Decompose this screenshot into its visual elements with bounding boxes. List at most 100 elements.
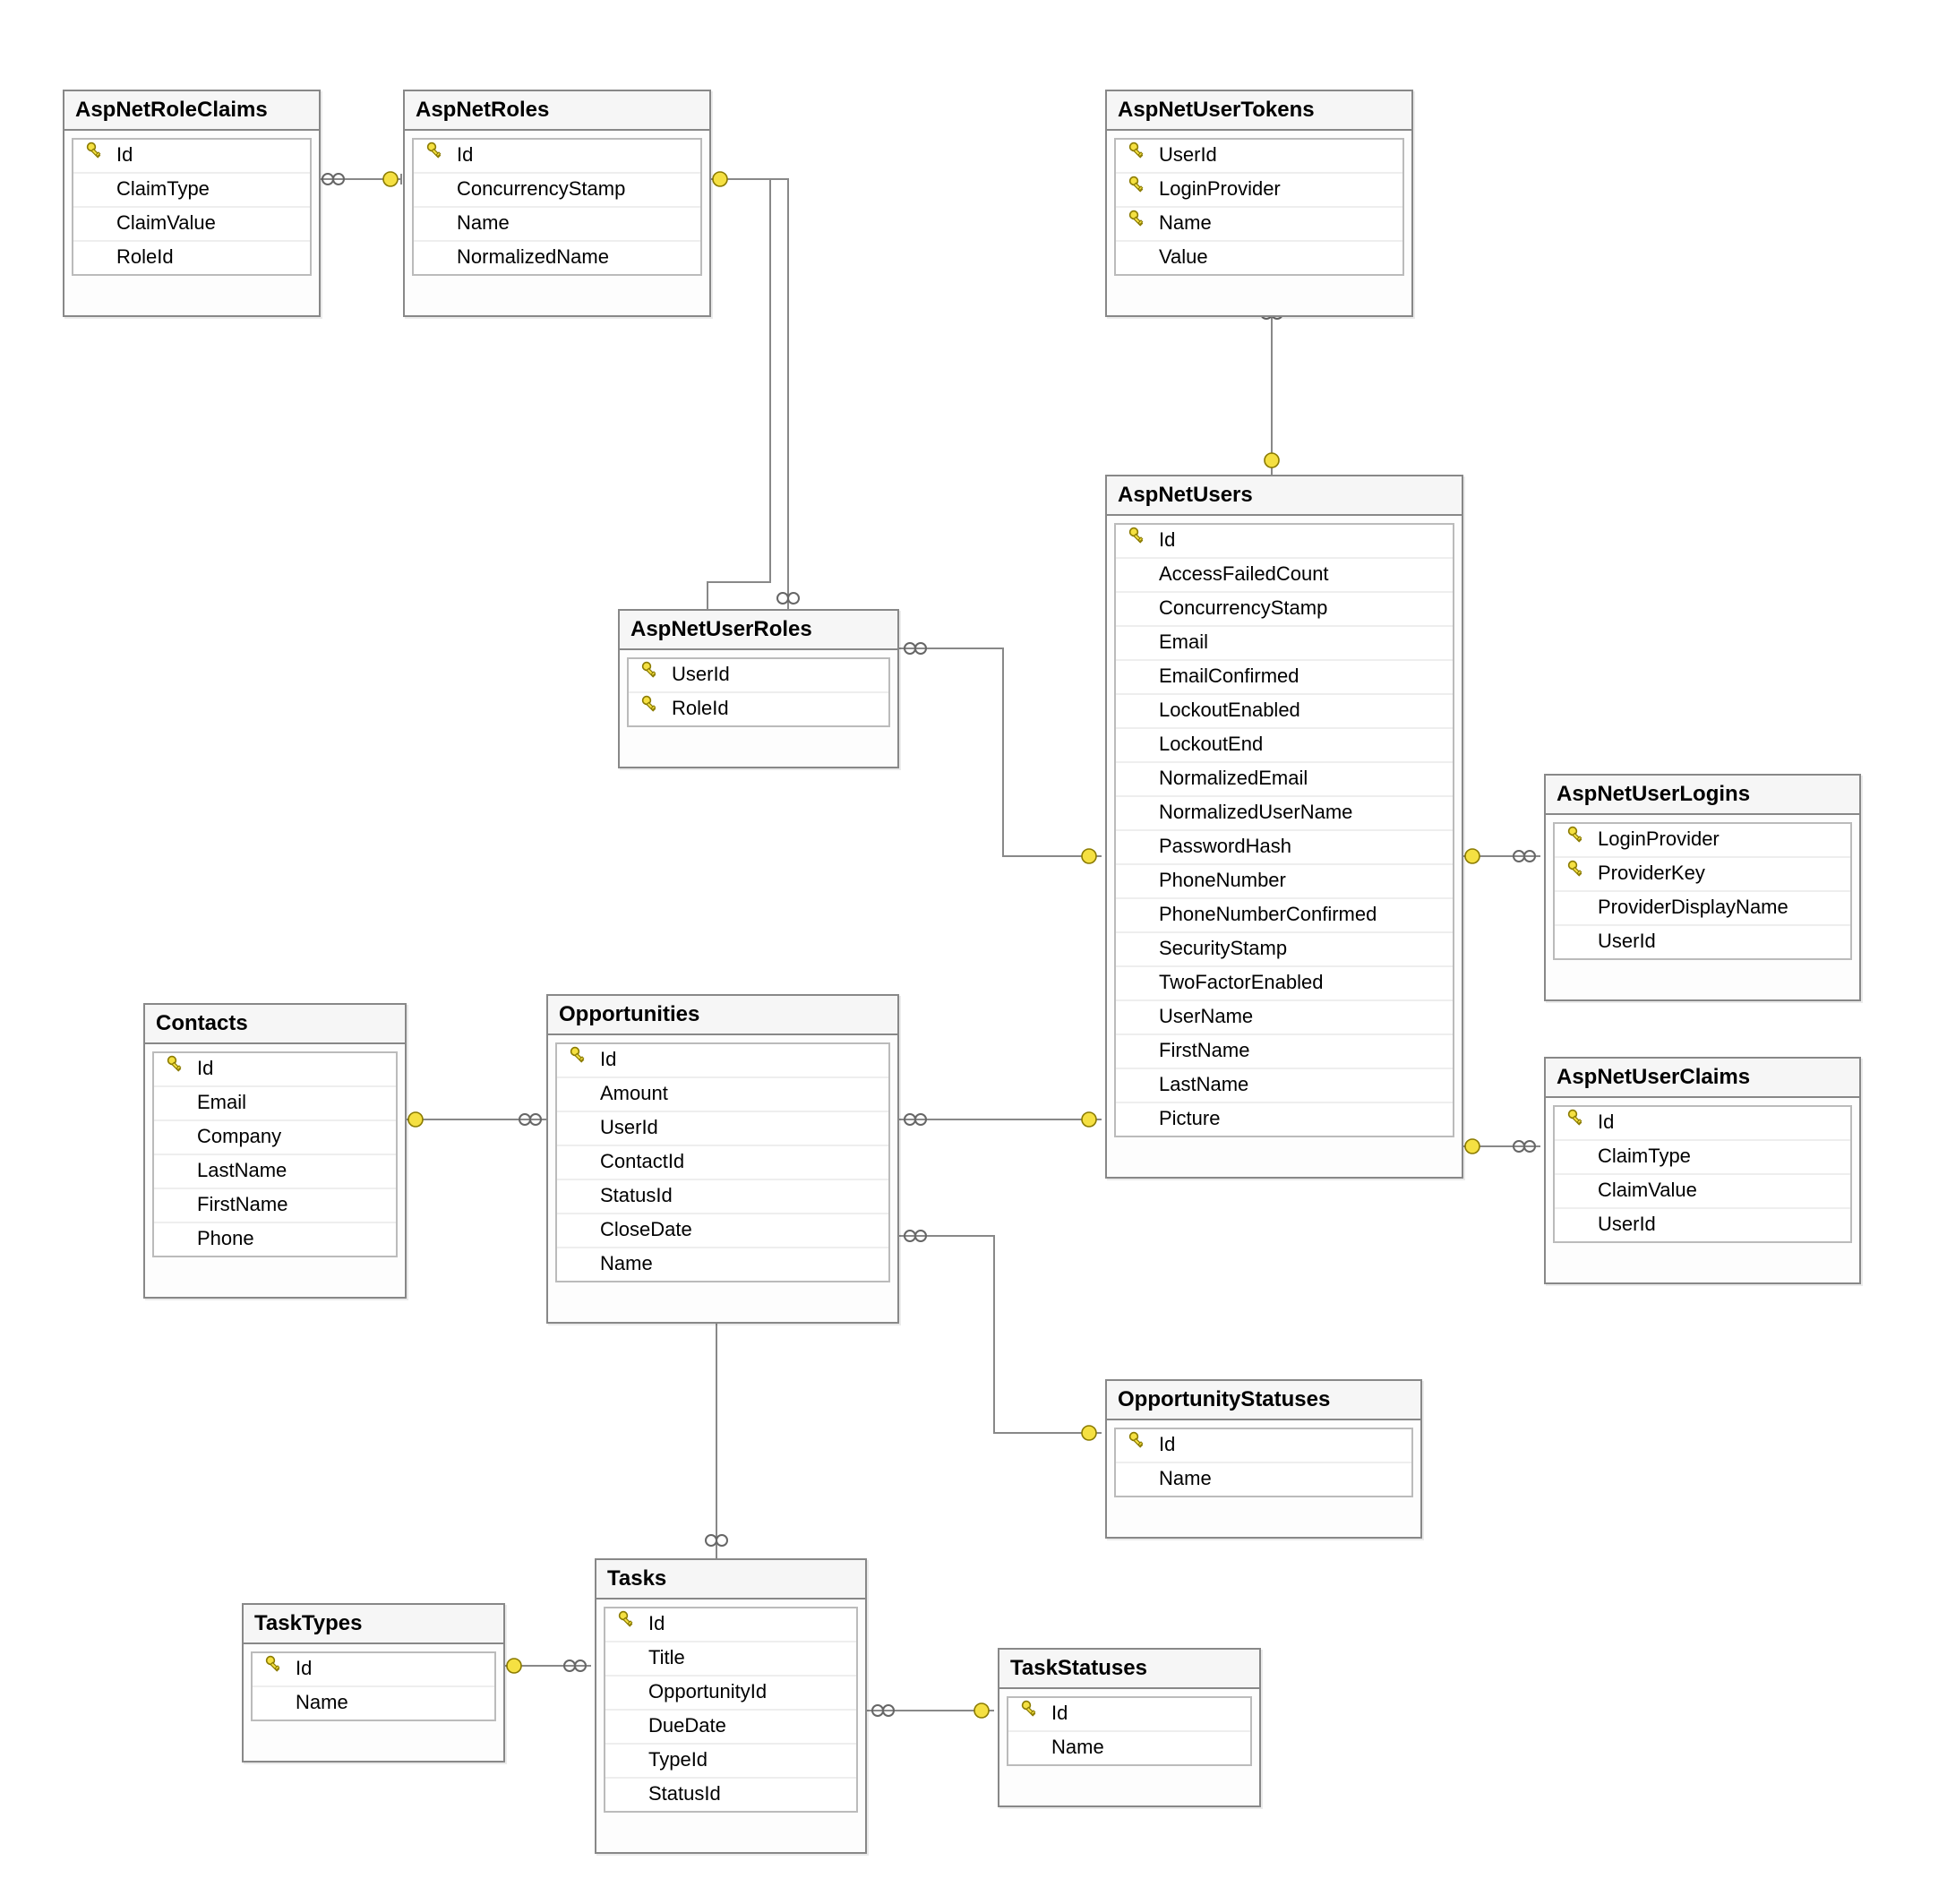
column-row[interactable]: LockoutEnabled	[1116, 695, 1453, 729]
column-row[interactable]: Id	[253, 1653, 494, 1687]
column-row[interactable]: ClaimType	[1555, 1141, 1850, 1175]
column-row[interactable]: Picture	[1116, 1103, 1453, 1136]
primary-key-icon	[260, 1653, 288, 1685]
entity-aspnetroles[interactable]: AspNetRoles IdConcurrencyStampNameNormal…	[403, 90, 711, 317]
primary-key-icon	[1123, 1429, 1152, 1462]
column-row[interactable]: Id	[557, 1044, 888, 1078]
column-name: UserName	[1152, 1001, 1445, 1033]
column-row[interactable]: ClaimType	[73, 174, 310, 208]
column-row[interactable]: UserName	[1116, 1001, 1453, 1035]
column-name: ProviderKey	[1591, 858, 1843, 890]
column-row[interactable]: Id	[1008, 1698, 1250, 1732]
primary-key-icon	[1123, 525, 1152, 557]
column-name: ProviderDisplayName	[1591, 892, 1843, 924]
column-row[interactable]: Title	[605, 1642, 856, 1677]
column-row[interactable]: PasswordHash	[1116, 831, 1453, 865]
entity-contacts[interactable]: Contacts IdEmailCompanyLastNameFirstName…	[143, 1003, 407, 1299]
column-row[interactable]: TwoFactorEnabled	[1116, 967, 1453, 1001]
column-row[interactable]: ClaimValue	[1555, 1175, 1850, 1209]
column-row[interactable]: LockoutEnd	[1116, 729, 1453, 763]
column-row[interactable]: ProviderDisplayName	[1555, 892, 1850, 926]
column-row[interactable]: TypeId	[605, 1745, 856, 1779]
entity-tasks[interactable]: Tasks IdTitleOpportunityIdDueDateTypeIdS…	[595, 1558, 867, 1854]
entity-tasktypes[interactable]: TaskTypes IdName	[242, 1603, 505, 1762]
column-row[interactable]: RoleId	[629, 693, 888, 725]
column-row[interactable]: CloseDate	[557, 1214, 888, 1248]
entity-aspnetuserclaims[interactable]: AspNetUserClaims IdClaimTypeClaimValueUs…	[1544, 1057, 1861, 1284]
column-row[interactable]: OpportunityId	[605, 1677, 856, 1711]
column-row[interactable]: UserId	[1555, 926, 1850, 958]
column-row[interactable]: EmailConfirmed	[1116, 661, 1453, 695]
column-name: PasswordHash	[1152, 831, 1445, 863]
column-row[interactable]: Name	[253, 1687, 494, 1720]
entity-title: AspNetUserLogins	[1546, 776, 1859, 815]
column-row[interactable]: Name	[557, 1248, 888, 1281]
column-name: Name	[288, 1687, 487, 1720]
column-row[interactable]: ContactId	[557, 1146, 888, 1180]
column-row[interactable]: Name	[414, 208, 700, 242]
entity-aspnetroleclaims[interactable]: AspNetRoleClaims IdClaimTypeClaimValueRo…	[63, 90, 321, 317]
column-row[interactable]: UserId	[557, 1112, 888, 1146]
entity-aspnetusers[interactable]: AspNetUsers IdAccessFailedCountConcurren…	[1105, 475, 1463, 1179]
column-row[interactable]: Email	[1116, 627, 1453, 661]
entity-opportunities[interactable]: Opportunities IdAmountUserIdContactIdSta…	[546, 994, 899, 1324]
column-row[interactable]: DueDate	[605, 1711, 856, 1745]
column-row[interactable]: Name	[1008, 1732, 1250, 1764]
column-name: Name	[1152, 208, 1395, 240]
column-name: Title	[641, 1642, 849, 1675]
column-row[interactable]: UserId	[629, 659, 888, 693]
column-row[interactable]: Company	[154, 1121, 396, 1155]
column-row[interactable]: PhoneNumber	[1116, 865, 1453, 899]
column-row[interactable]: LastName	[1116, 1069, 1453, 1103]
column-row[interactable]: Name	[1116, 1463, 1411, 1496]
column-name: ClaimValue	[1591, 1175, 1843, 1207]
column-row[interactable]: Id	[1116, 525, 1453, 559]
column-row[interactable]: LoginProvider	[1555, 824, 1850, 858]
entity-taskstatuses[interactable]: TaskStatuses IdName	[998, 1648, 1261, 1807]
column-name: RoleId	[665, 693, 881, 725]
column-row[interactable]: StatusId	[605, 1779, 856, 1811]
column-row[interactable]: Id	[154, 1053, 396, 1087]
column-row[interactable]: LastName	[154, 1155, 396, 1189]
column-row[interactable]: StatusId	[557, 1180, 888, 1214]
column-row[interactable]: RoleId	[73, 242, 310, 274]
column-name: ConcurrencyStamp	[1152, 593, 1445, 625]
column-name: FirstName	[1152, 1035, 1445, 1068]
column-row[interactable]: ProviderKey	[1555, 858, 1850, 892]
column-row[interactable]: LoginProvider	[1116, 174, 1402, 208]
column-row[interactable]: Id	[1116, 1429, 1411, 1463]
column-name: UserId	[1152, 140, 1395, 172]
rel-usertokens-users	[1261, 296, 1282, 475]
primary-key-icon	[1016, 1698, 1044, 1730]
column-row[interactable]: NormalizedEmail	[1116, 763, 1453, 797]
entity-opportunitystatuses[interactable]: OpportunityStatuses IdName	[1105, 1379, 1422, 1539]
column-row[interactable]: AccessFailedCount	[1116, 559, 1453, 593]
rel-userroles-users	[896, 643, 1102, 863]
column-row[interactable]: Id	[1555, 1107, 1850, 1141]
column-row[interactable]: NormalizedName	[414, 242, 700, 274]
column-row[interactable]: Name	[1116, 208, 1402, 242]
entity-aspnetuserlogins[interactable]: AspNetUserLogins LoginProviderProviderKe…	[1544, 774, 1861, 1001]
column-name: CloseDate	[593, 1214, 881, 1247]
column-name: LoginProvider	[1152, 174, 1395, 206]
column-row[interactable]: UserId	[1116, 140, 1402, 174]
column-row[interactable]: FirstName	[1116, 1035, 1453, 1069]
column-row[interactable]: SecurityStamp	[1116, 933, 1453, 967]
column-row[interactable]: Id	[414, 140, 700, 174]
column-name: Picture	[1152, 1103, 1445, 1136]
column-row[interactable]: ClaimValue	[73, 208, 310, 242]
column-row[interactable]: ConcurrencyStamp	[1116, 593, 1453, 627]
column-row[interactable]: FirstName	[154, 1189, 396, 1223]
column-row[interactable]: Email	[154, 1087, 396, 1121]
column-row[interactable]: NormalizedUserName	[1116, 797, 1453, 831]
column-row[interactable]: PhoneNumberConfirmed	[1116, 899, 1453, 933]
column-row[interactable]: UserId	[1555, 1209, 1850, 1241]
column-row[interactable]: Phone	[154, 1223, 396, 1256]
entity-aspnetusertokens[interactable]: AspNetUserTokens UserIdLoginProviderName…	[1105, 90, 1413, 317]
column-row[interactable]: Id	[605, 1608, 856, 1642]
entity-aspnetuserroles[interactable]: AspNetUserRoles UserIdRoleId	[618, 609, 899, 768]
column-row[interactable]: Amount	[557, 1078, 888, 1112]
column-row[interactable]: Id	[73, 140, 310, 174]
column-row[interactable]: ConcurrencyStamp	[414, 174, 700, 208]
column-row[interactable]: Value	[1116, 242, 1402, 274]
